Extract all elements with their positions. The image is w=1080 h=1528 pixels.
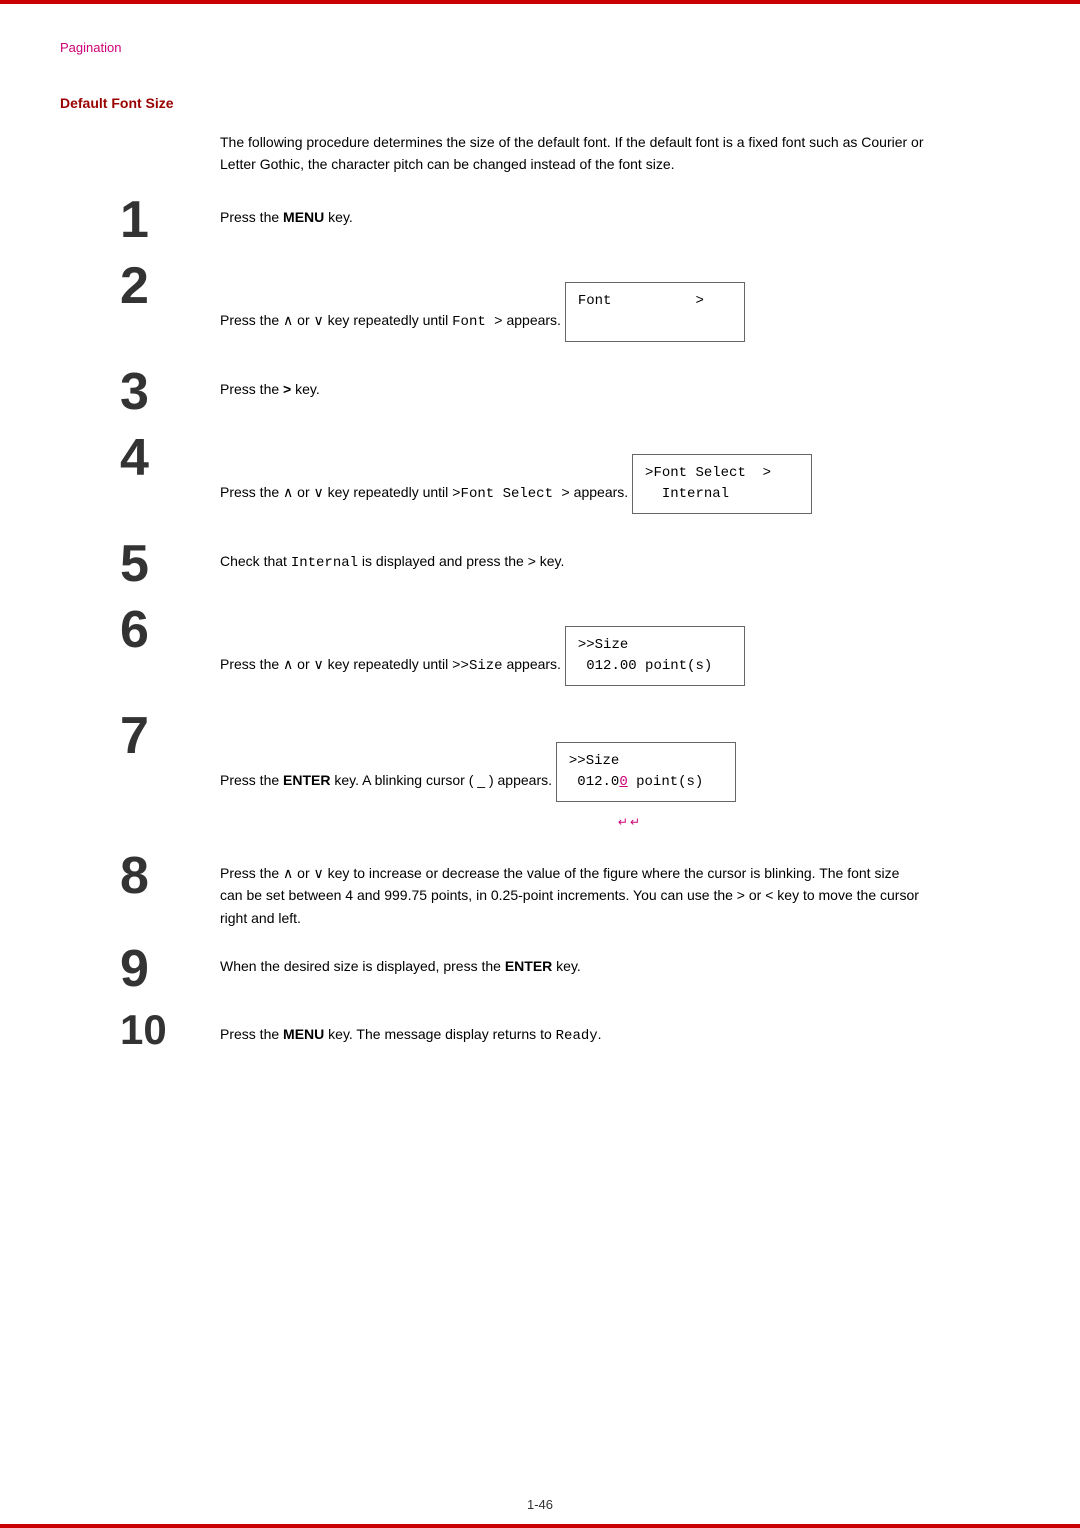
step-5-number: 5: [120, 538, 220, 590]
step-9-content: When the desired size is displayed, pres…: [220, 949, 920, 977]
step-2-code: Font >: [452, 314, 502, 330]
step-5-code: Internal: [291, 555, 358, 571]
left-arrow-icon: ↵: [618, 813, 628, 832]
step-4-number: 4: [120, 432, 220, 484]
content-area: Pagination Default Font Size The followi…: [0, 0, 1080, 1131]
step-6-display: >>Size 012.00 point(s): [565, 626, 745, 686]
step-9-row: 9 When the desired size is displayed, pr…: [120, 949, 1020, 995]
step-8-number: 8: [120, 850, 220, 902]
step-1-content: Press the MENU key.: [220, 200, 920, 228]
step-1-bold: MENU: [283, 209, 324, 225]
step-7-number: 7: [120, 710, 220, 762]
step-10-number: 10: [120, 1009, 220, 1051]
step-8-row: 8 Press the ∧ or ∨ key to increase or de…: [120, 856, 1020, 929]
step-3-content: Press the > key.: [220, 372, 920, 400]
step-2-content: Press the ∧ or ∨ key repeatedly until Fo…: [220, 266, 920, 352]
section-heading: Default Font Size: [60, 95, 1020, 111]
step-2-display-line2: [578, 312, 732, 333]
step-2-display-line1: Font >: [578, 291, 732, 312]
step-1-row: 1 Press the MENU key.: [120, 200, 1020, 246]
step-3-row: 3 Press the > key.: [120, 372, 1020, 418]
step-4-content: Press the ∧ or ∨ key repeatedly until >F…: [220, 438, 920, 524]
breadcrumb: Pagination: [60, 40, 1020, 55]
intro-text: The following procedure determines the s…: [220, 131, 940, 176]
bottom-border: [0, 1524, 1080, 1528]
top-border: [0, 0, 1080, 4]
page-footer: 1-46: [0, 1497, 1080, 1512]
step-9-bold: ENTER: [505, 958, 552, 974]
step-4-display-line2: Internal: [645, 484, 799, 505]
step-10-code: Ready: [556, 1028, 598, 1044]
step-3-bold: >: [283, 381, 291, 397]
step-7-content: Press the ENTER key. A blinking cursor (…: [220, 716, 920, 836]
step-5-content: Check that Internal is displayed and pre…: [220, 544, 920, 574]
step-4-display-line1: >Font Select >: [645, 463, 799, 484]
step-4-display: >Font Select > Internal: [632, 454, 812, 514]
step-8-content: Press the ∧ or ∨ key to increase or decr…: [220, 856, 920, 929]
step-5-row: 5 Check that Internal is displayed and p…: [120, 544, 1020, 590]
step-9-number: 9: [120, 943, 220, 995]
page-container: Pagination Default Font Size The followi…: [0, 0, 1080, 1528]
step-4-row: 4 Press the ∧ or ∨ key repeatedly until …: [120, 438, 1020, 524]
step-6-display-line1: >>Size: [578, 635, 732, 656]
right-arrow-icon: ↵: [630, 813, 640, 832]
step-7-display: >>Size 012.00 point(s): [556, 742, 736, 802]
step-10-bold: MENU: [283, 1026, 324, 1042]
step-6-code: >>Size: [452, 658, 502, 674]
step-2-display: Font >: [565, 282, 745, 342]
step-7-display-line2: 012.00 point(s): [569, 772, 723, 793]
step-1-number: 1: [120, 194, 220, 246]
step-7-bold: ENTER: [283, 772, 330, 788]
cursor-char: 0: [619, 774, 627, 790]
step-10-content: Press the MENU key. The message display …: [220, 1015, 920, 1047]
step-7-row: 7 Press the ENTER key. A blinking cursor…: [120, 716, 1020, 836]
step-2-row: 2 Press the ∧ or ∨ key repeatedly until …: [120, 266, 1020, 352]
step-6-number: 6: [120, 604, 220, 656]
step-2-number: 2: [120, 260, 220, 312]
cursor-arrows: ↵ ↵: [618, 813, 640, 832]
step-10-row: 10 Press the MENU key. The message displ…: [120, 1015, 1020, 1051]
step-7-display-line1: >>Size: [569, 751, 723, 772]
step-4-code: >Font Select >: [452, 486, 570, 502]
step-6-content: Press the ∧ or ∨ key repeatedly until >>…: [220, 610, 920, 696]
step-6-row: 6 Press the ∧ or ∨ key repeatedly until …: [120, 610, 1020, 696]
step-6-display-line2: 012.00 point(s): [578, 656, 732, 677]
step-3-number: 3: [120, 366, 220, 418]
